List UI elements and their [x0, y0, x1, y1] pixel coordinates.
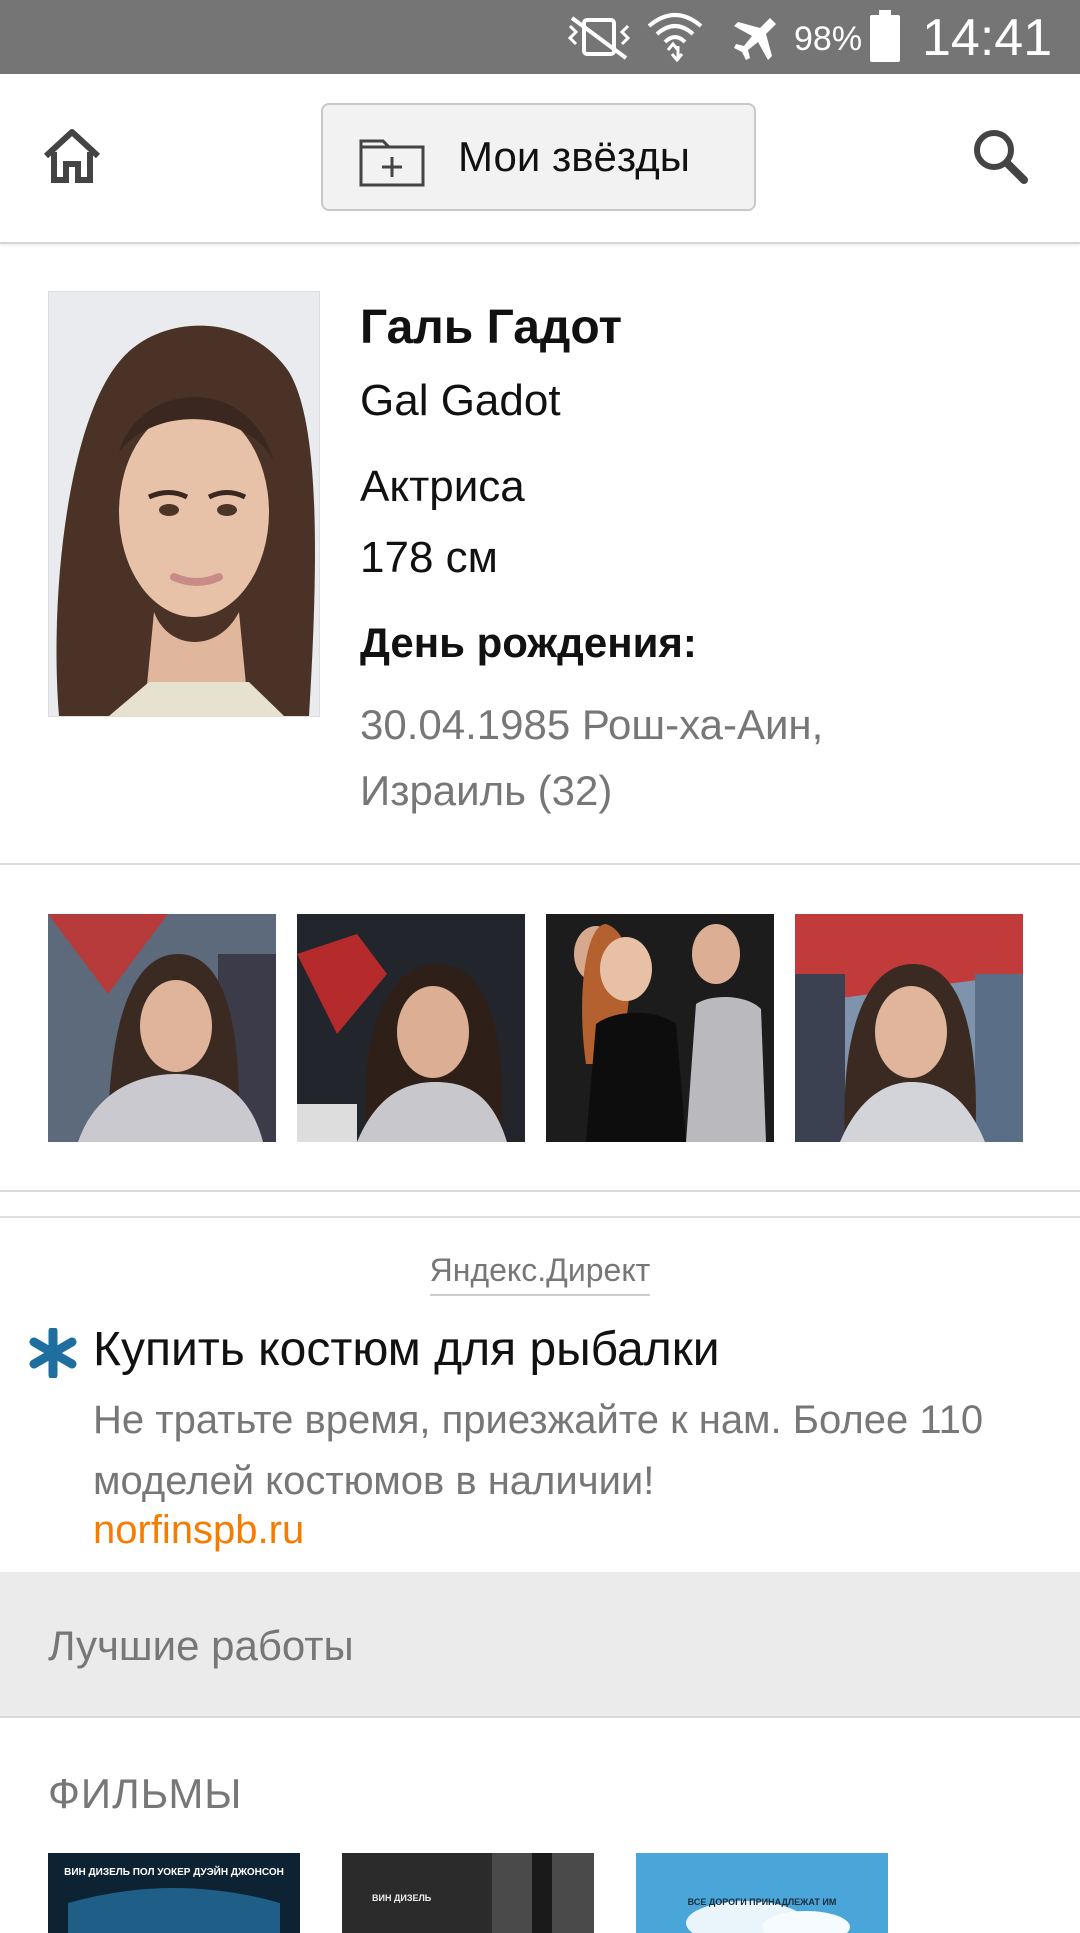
actor-portrait[interactable]	[48, 291, 320, 717]
home-icon	[43, 129, 101, 183]
folder-add-icon	[359, 139, 425, 187]
divider	[0, 863, 1080, 865]
search-icon	[974, 130, 1028, 184]
poster-tagline: ВСЕ ДОРОГИ ПРИНАДЛЕЖАТ ИМ	[687, 1897, 837, 1907]
actor-profession: Актриса	[360, 462, 525, 511]
vibrate-off-icon	[567, 16, 631, 60]
best-works-label: Лучшие работы	[48, 1622, 354, 1669]
film-poster-1[interactable]: ВИН ДИЗЕЛЬ ПОЛ УОКЕР ДУЭЙН ДЖОНСОН	[48, 1853, 300, 1933]
actor-name-en: Gal Gadot	[360, 376, 561, 425]
battery-icon	[870, 10, 900, 62]
ad-block: Яндекс.Директ Купить костюм для рыбалки …	[0, 1216, 1080, 1574]
films-label: ФИЛЬМЫ	[48, 1770, 243, 1817]
wifi-icon	[647, 13, 703, 62]
clock: 14:41	[922, 9, 1053, 67]
divider	[0, 1190, 1080, 1192]
battery-percentage: 98%	[794, 20, 863, 58]
ad-title[interactable]: Купить костюм для рыбалки	[93, 1322, 720, 1377]
actor-name-ru: Галь Гадот	[360, 301, 622, 354]
photo-thumbnail-3[interactable]	[546, 914, 774, 1142]
film-poster-3[interactable]: ВСЕ ДОРОГИ ПРИНАДЛЕЖАТ ИМ	[636, 1853, 888, 1933]
film-poster-2[interactable]: ВИН ДИЗЕЛЬ	[342, 1853, 594, 1933]
search-button[interactable]	[970, 126, 1034, 190]
app-bar: Мои звёзды	[0, 74, 1080, 244]
my-stars-button[interactable]: Мои звёзды	[321, 103, 756, 211]
my-stars-label: Мои звёзды	[458, 133, 690, 180]
poster-credits: ВИН ДИЗЕЛЬ	[372, 1893, 432, 1903]
photo-thumbnail-4[interactable]	[795, 914, 1023, 1142]
birthday-value: 30.04.1985 Рош-ха-Аин, Израиль (32)	[360, 701, 824, 814]
ad-text: Не тратьте время, приезжайте к нам. Боле…	[93, 1398, 984, 1503]
airplane-icon	[734, 18, 776, 60]
poster-credits: ВИН ДИЗЕЛЬ ПОЛ УОКЕР ДУЭЙН ДЖОНСОН	[64, 1867, 284, 1878]
asterisk-icon	[29, 1328, 77, 1378]
photo-thumbnail-1[interactable]	[48, 914, 276, 1142]
status-bar: 98% 14:41	[0, 0, 1080, 74]
ad-source-link[interactable]: Яндекс.Директ	[429, 1252, 651, 1296]
best-works-section[interactable]: Лучшие работы	[0, 1572, 1080, 1718]
actor-height: 178 см	[360, 533, 498, 582]
ad-source: Яндекс.Директ	[0, 1252, 1080, 1296]
photo-thumbnail-2[interactable]	[297, 914, 525, 1142]
home-button[interactable]	[40, 126, 108, 190]
ad-link[interactable]: norfinspb.ru	[93, 1508, 304, 1553]
birthday-label: День рождения:	[360, 619, 697, 666]
